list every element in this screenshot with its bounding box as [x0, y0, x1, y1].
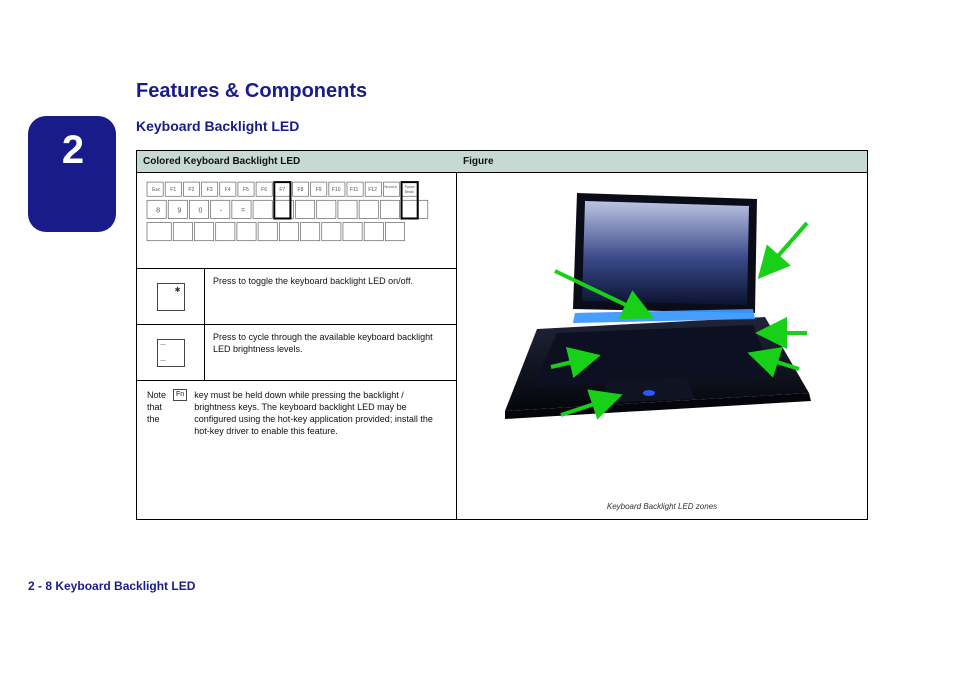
- svg-text:Esc: Esc: [152, 187, 161, 193]
- table-left-column: Esc F1 F2 F3 F4 F5 F6 F7 F8 F9 F10 F11 F12 NumLk Pau…: [137, 173, 457, 519]
- svg-text:=: =: [241, 207, 245, 214]
- svg-text:F9: F9: [316, 187, 322, 193]
- table-header-left: Colored Keyboard Backlight LED: [137, 156, 457, 167]
- svg-text:F6: F6: [261, 187, 267, 193]
- svg-text:F5: F5: [243, 187, 249, 193]
- figure-panel: Keyboard Backlight LED zones: [457, 173, 867, 519]
- content-box: Colored Keyboard Backlight LED Figure: [136, 150, 868, 520]
- svg-text:F10: F10: [332, 187, 341, 193]
- note-suffix: key must be held down while pressing the…: [194, 389, 446, 438]
- backlight-toggle-desc: Press to toggle the keyboard backlight L…: [205, 269, 456, 324]
- svg-text:0: 0: [199, 207, 203, 214]
- svg-text:Pause: Pause: [405, 185, 415, 189]
- table-row: Esc F1 F2 F3 F4 F5 F6 F7 F8 F9 F10 F11 F12 NumLk Pau…: [137, 173, 456, 269]
- svg-text:F11: F11: [350, 187, 359, 193]
- table-row: ✱ Press to toggle the keyboard backlight…: [137, 269, 456, 325]
- fn-key-icon: Fn: [173, 389, 187, 401]
- svg-text:F3: F3: [207, 187, 213, 193]
- keyboard-diagram: Esc F1 F2 F3 F4 F5 F6 F7 F8 F9 F10 F11 F12 NumLk Pau…: [137, 173, 456, 268]
- svg-text:F8: F8: [298, 187, 304, 193]
- backlight-brightness-key-icon: — —: [137, 325, 205, 380]
- table-header-row: Colored Keyboard Backlight LED Figure: [137, 151, 867, 173]
- svg-text:9: 9: [177, 207, 181, 214]
- key-label-top: —: [161, 342, 166, 348]
- backlight-brightness-desc: Press to cycle through the available key…: [205, 325, 456, 380]
- svg-text:F12: F12: [368, 187, 377, 193]
- chapter-heading: Features & Components: [136, 80, 367, 103]
- svg-text:Break: Break: [405, 190, 414, 194]
- laptop-figure: [497, 183, 837, 463]
- key-label-bot: —: [161, 358, 166, 364]
- note-prefix: Note that the: [147, 389, 166, 425]
- svg-text:F7: F7: [279, 187, 285, 193]
- page-footer: 2 - 8 Keyboard Backlight LED: [28, 579, 195, 593]
- svg-text:F2: F2: [188, 187, 194, 193]
- figure-caption: Keyboard Backlight LED zones: [607, 502, 717, 511]
- table-row: Note that the Fn key must be held down w…: [137, 381, 456, 521]
- svg-text:F4: F4: [225, 187, 231, 193]
- section-heading: Keyboard Backlight LED: [136, 118, 299, 134]
- svg-text:NumLk: NumLk: [384, 184, 398, 189]
- table-header-right: Figure: [457, 156, 867, 167]
- table-row: — — Press to cycle through the available…: [137, 325, 456, 381]
- page-index-number: 2: [62, 128, 82, 173]
- svg-text:8: 8: [156, 207, 160, 214]
- backlight-toggle-key-icon: ✱: [137, 269, 205, 324]
- svg-text:F1: F1: [170, 187, 176, 193]
- page-index-tab: 2: [28, 116, 116, 232]
